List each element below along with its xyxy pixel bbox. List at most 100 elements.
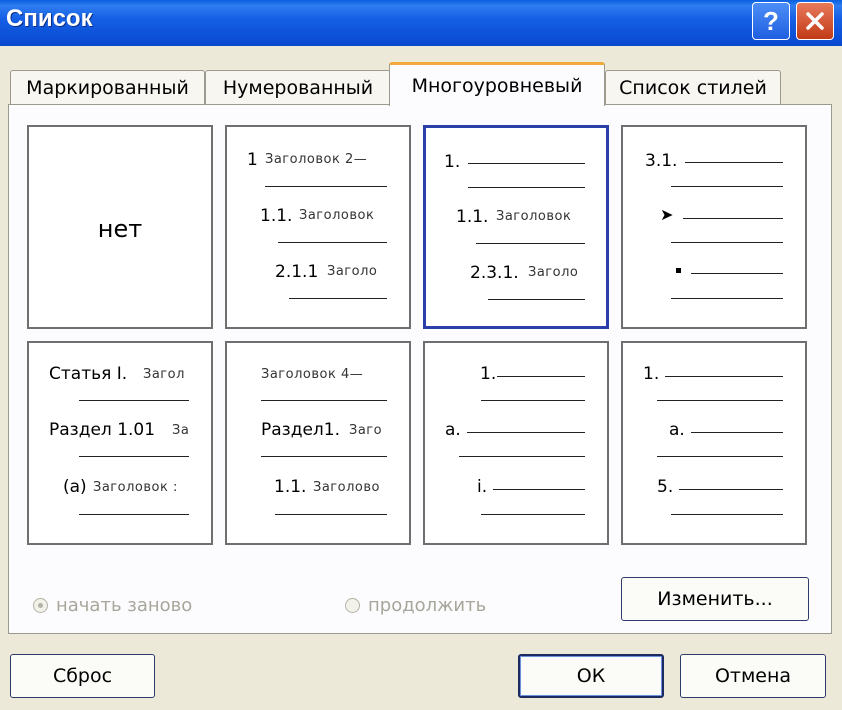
level-1-line-2 — [468, 187, 585, 188]
list-option-headings-numbered[interactable]: 1 Заголовок 2— 1.1. Заголовок 2.1.1 Заго… — [225, 125, 411, 329]
arrow-bullet-icon: ➤ — [660, 205, 674, 224]
level-3-line — [488, 299, 585, 300]
level-2-number: Раздел1. — [261, 420, 341, 440]
close-icon — [806, 12, 824, 30]
ok-button[interactable]: ОК — [518, 654, 664, 698]
level-1-heading: Загол — [143, 367, 185, 382]
level-3-number: 2.3.1. — [470, 263, 519, 283]
level-2-line-2 — [459, 456, 585, 457]
level-1-number: 3.1. — [645, 151, 678, 171]
level-3-line-2 — [481, 514, 585, 515]
continue-numbering-label: продолжить — [368, 595, 487, 616]
level-3-number: (a) — [63, 477, 87, 497]
level-1-number: Статья I. — [49, 364, 128, 384]
level-3-line-2 — [671, 298, 783, 299]
level-2-line-2 — [671, 242, 783, 243]
close-button[interactable] — [796, 2, 834, 40]
tab-bulleted[interactable]: Маркированный — [10, 70, 205, 104]
none-label: нет — [97, 215, 143, 243]
list-option-article-section[interactable]: Статья I. Загол Раздел 1.01 За (a) Загол… — [27, 341, 213, 545]
square-bullet-icon — [676, 268, 681, 273]
level-2-heading: Заголовок — [496, 209, 572, 224]
level-3-heading: Заголо — [327, 264, 378, 279]
level-1-line — [468, 163, 585, 164]
level-3-number: 1.1. — [274, 477, 307, 497]
multilevel-panel: нет 1 Заголовок 2— 1.1. Заголовок 2.1.1 … — [8, 104, 832, 634]
level-3-line-2 — [671, 514, 783, 515]
level-1-number: 1. — [444, 152, 461, 172]
cancel-button[interactable]: Отмена — [680, 654, 826, 698]
level-3-line — [275, 514, 387, 515]
level-2-line-2 — [657, 456, 783, 457]
level-3-line — [289, 298, 387, 299]
list-option-numbered-outline[interactable]: 1. 1.1. Заголовок 2.3.1. Заголо — [423, 125, 609, 329]
level-1-line-2 — [657, 400, 783, 401]
level-1-heading: Заголовок 4— — [261, 367, 364, 382]
continue-numbering-radio[interactable] — [345, 598, 360, 613]
level-1-line — [665, 376, 783, 377]
level-2-line — [79, 456, 189, 457]
tab-list-styles-label: Список стилей — [619, 76, 767, 99]
tab-bulleted-label: Маркированный — [26, 76, 189, 99]
list-option-number-letter-number[interactable]: 1. a. 5. — [621, 341, 807, 545]
help-button[interactable]: ? — [752, 2, 790, 40]
level-3-line — [691, 273, 783, 274]
level-1-heading: Заголовок 2— — [265, 152, 368, 167]
level-2-number: Раздел 1.01 — [49, 420, 156, 440]
list-option-number-letter-roman[interactable]: 1. a. i. — [423, 341, 609, 545]
level-3-heading: Заголо — [528, 265, 579, 280]
level-2-line — [278, 242, 387, 243]
level-1-line-2 — [481, 400, 585, 401]
level-3-line — [79, 514, 189, 515]
level-2-line — [467, 432, 585, 433]
level-3-heading: Заголовок : — [93, 480, 178, 495]
tab-numbered-label: Нумерованный — [222, 76, 374, 99]
level-3-number: 5. — [657, 477, 674, 497]
restart-numbering-label: начать заново — [56, 595, 193, 616]
tab-multilevel-label: Многоуровневый — [411, 74, 583, 97]
level-2-number: 1.1. — [260, 206, 293, 226]
continue-numbering-option[interactable]: продолжить — [345, 595, 486, 616]
tab-list-styles[interactable]: Список стилей — [605, 70, 781, 104]
reset-button[interactable]: Сброс — [10, 654, 155, 698]
modify-button-label: Изменить... — [657, 588, 773, 610]
level-1-line-2 — [671, 186, 783, 187]
level-2-line — [476, 243, 585, 244]
level-3-line — [679, 489, 783, 490]
list-option-none[interactable]: нет — [27, 125, 213, 329]
dialog-title: Список — [6, 5, 93, 32]
level-1-line — [265, 186, 387, 187]
restart-numbering-radio[interactable] — [33, 598, 48, 613]
level-2-line — [683, 218, 783, 219]
level-1-line — [261, 400, 387, 401]
level-1-number: 1 — [247, 150, 258, 170]
list-option-mixed-bullets[interactable]: 3.1. ➤ — [621, 125, 807, 329]
level-2-number: a. — [669, 420, 685, 440]
level-1-line — [685, 162, 783, 163]
level-1-number: 1. — [480, 364, 497, 384]
level-2-heading: Заголовок — [299, 208, 375, 223]
tab-multilevel[interactable]: Многоуровневый — [389, 62, 605, 106]
level-3-line — [493, 489, 585, 490]
level-2-number: 1.1. — [456, 207, 489, 227]
level-2-heading: Заго — [349, 423, 383, 438]
level-1-line — [79, 400, 189, 401]
level-1-line — [497, 376, 585, 377]
title-bar: Список ? — [0, 0, 842, 46]
cancel-button-label: Отмена — [714, 665, 792, 687]
list-dialog: Список ? Маркированный Нумерованный Мног… — [0, 0, 842, 710]
level-2-line — [261, 456, 387, 457]
level-1-number: 1. — [643, 364, 660, 384]
level-3-number: 2.1.1 — [275, 262, 319, 282]
reset-button-label: Сброс — [52, 665, 113, 687]
modify-button[interactable]: Изменить... — [621, 577, 809, 621]
level-3-number: i. — [477, 477, 488, 497]
list-option-heading-section[interactable]: Заголовок 4— Раздел1. Заго 1.1. Заголово — [225, 341, 411, 545]
level-2-heading: За — [172, 423, 190, 438]
restart-numbering-option[interactable]: начать заново — [33, 595, 192, 616]
ok-button-label: ОК — [576, 665, 606, 687]
level-3-heading: Заголово — [313, 480, 380, 495]
level-2-number: a. — [445, 420, 461, 440]
level-2-line — [691, 432, 783, 433]
tab-numbered[interactable]: Нумерованный — [205, 70, 391, 104]
